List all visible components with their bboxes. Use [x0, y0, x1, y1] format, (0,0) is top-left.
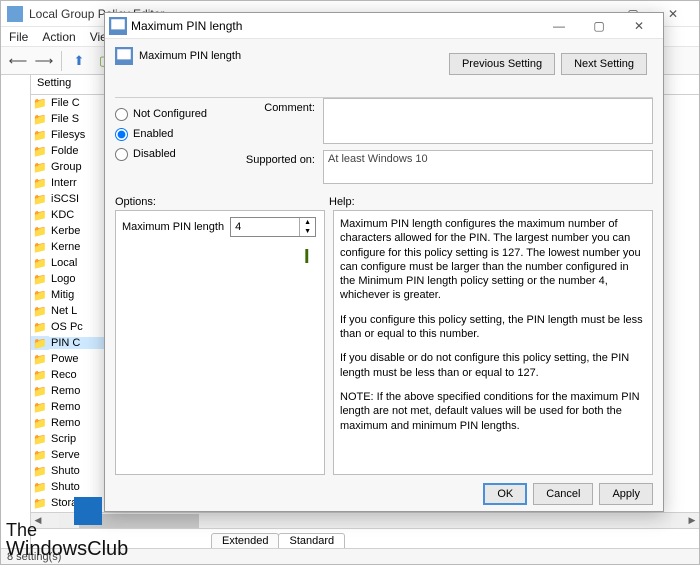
- radio-not-configured-label: Not Configured: [133, 108, 207, 120]
- radio-not-configured[interactable]: Not Configured: [115, 104, 235, 124]
- scroll-right-icon[interactable]: ▶: [685, 514, 699, 528]
- folder-icon: [31, 480, 49, 494]
- dialog-title-text: Maximum PIN length: [131, 19, 242, 33]
- dialog-heading-text: Maximum PIN length: [139, 50, 241, 62]
- tab-extended[interactable]: Extended: [211, 533, 279, 548]
- radio-enabled-input[interactable]: [115, 128, 128, 141]
- radio-disabled[interactable]: Disabled: [115, 144, 235, 164]
- lower-grid: Maximum PIN length ▲ ▼ Maximum PIN lengt…: [115, 210, 653, 475]
- help-paragraph: Maximum PIN length configures the maximu…: [340, 217, 646, 303]
- folder-icon: [31, 192, 49, 206]
- forward-icon[interactable]: ⟶: [33, 50, 55, 72]
- dialog-actions: OK Cancel Apply: [115, 475, 653, 505]
- prev-setting-button[interactable]: Previous Setting: [449, 53, 555, 75]
- help-label: Help:: [329, 196, 653, 208]
- radio-enabled-label: Enabled: [133, 128, 173, 140]
- status-text: 8 setting(s): [7, 551, 61, 563]
- folder-icon: [31, 432, 49, 446]
- spinner-up-icon[interactable]: ▲: [300, 218, 315, 227]
- top-grid: Not Configured Enabled Disabled Comment:: [115, 98, 653, 190]
- dialog-minimize-icon[interactable]: —: [539, 14, 579, 38]
- dialog-maximize-icon[interactable]: ▢: [579, 14, 619, 38]
- folder-icon: [31, 464, 49, 478]
- folder-icon: [31, 96, 49, 110]
- help-paragraph: NOTE: If the above specified conditions …: [340, 390, 646, 433]
- folder-icon: [31, 320, 49, 334]
- folder-icon: [31, 416, 49, 430]
- radio-disabled-input[interactable]: [115, 148, 128, 161]
- spinner-down-icon[interactable]: ▼: [300, 227, 315, 236]
- folder-icon: [31, 112, 49, 126]
- folder-icon: [31, 256, 49, 270]
- menu-action[interactable]: Action: [42, 30, 75, 44]
- hscrollbar[interactable]: ◀ ▶: [31, 512, 699, 528]
- folder-icon: [31, 400, 49, 414]
- help-paragraph: If you configure this policy setting, th…: [340, 313, 646, 342]
- scroll-track[interactable]: [59, 514, 671, 528]
- next-setting-button[interactable]: Next Setting: [561, 53, 647, 75]
- radio-disabled-label: Disabled: [133, 148, 176, 160]
- help-paragraph: If you disable or do not configure this …: [340, 351, 646, 380]
- folder-icon: [31, 448, 49, 462]
- folder-icon: [31, 144, 49, 158]
- tab-standard[interactable]: Standard: [278, 533, 345, 548]
- status-bar: 8 setting(s): [1, 548, 699, 564]
- supported-value: At least Windows 10: [323, 150, 653, 184]
- scroll-left-icon[interactable]: ◀: [31, 514, 45, 528]
- supported-label: Supported on:: [235, 150, 315, 166]
- folder-icon: [31, 368, 49, 382]
- folder-icon: [31, 288, 49, 302]
- policy-icon: [115, 47, 133, 65]
- folder-icon: [31, 336, 49, 350]
- folder-icon: [31, 384, 49, 398]
- options-label: Options:: [115, 196, 329, 208]
- folder-icon: [31, 224, 49, 238]
- app-icon: [7, 6, 23, 22]
- pin-length-input[interactable]: [231, 218, 299, 236]
- option-label: Maximum PIN length: [122, 221, 224, 233]
- tabs-bar: Extended Standard: [31, 528, 699, 548]
- dialog-icon: [109, 17, 127, 35]
- folder-icon: [31, 208, 49, 222]
- folder-icon: [31, 240, 49, 254]
- folder-icon: [31, 304, 49, 318]
- tree-pane[interactable]: [1, 75, 31, 548]
- menu-file[interactable]: File: [9, 30, 28, 44]
- up-icon[interactable]: ⬆: [68, 50, 90, 72]
- radio-group: Not Configured Enabled Disabled: [115, 98, 235, 190]
- folder-icon: [31, 128, 49, 142]
- folder-icon: [31, 176, 49, 190]
- folder-icon: [31, 496, 49, 510]
- dialog-content: Maximum PIN length Previous Setting Next…: [105, 39, 663, 511]
- policy-dialog: Maximum PIN length — ▢ ✕ Maximum PIN len…: [104, 12, 664, 512]
- apply-button[interactable]: Apply: [599, 483, 653, 505]
- comment-field[interactable]: [323, 98, 653, 144]
- ok-button[interactable]: OK: [483, 483, 527, 505]
- pin-length-spinner[interactable]: ▲ ▼: [230, 217, 316, 237]
- dialog-close-icon[interactable]: ✕: [619, 14, 659, 38]
- folder-icon: [31, 160, 49, 174]
- comment-label: Comment:: [235, 98, 315, 114]
- radio-not-configured-input[interactable]: [115, 108, 128, 121]
- help-box[interactable]: Maximum PIN length configures the maximu…: [333, 210, 653, 475]
- dialog-titlebar: Maximum PIN length — ▢ ✕: [105, 13, 663, 39]
- folder-icon: [31, 272, 49, 286]
- folder-icon: [31, 352, 49, 366]
- back-icon[interactable]: ⟵: [7, 50, 29, 72]
- cancel-button[interactable]: Cancel: [533, 483, 593, 505]
- scroll-thumb[interactable]: [79, 514, 199, 528]
- radio-enabled[interactable]: Enabled: [115, 124, 235, 144]
- options-box: Maximum PIN length ▲ ▼: [115, 210, 325, 475]
